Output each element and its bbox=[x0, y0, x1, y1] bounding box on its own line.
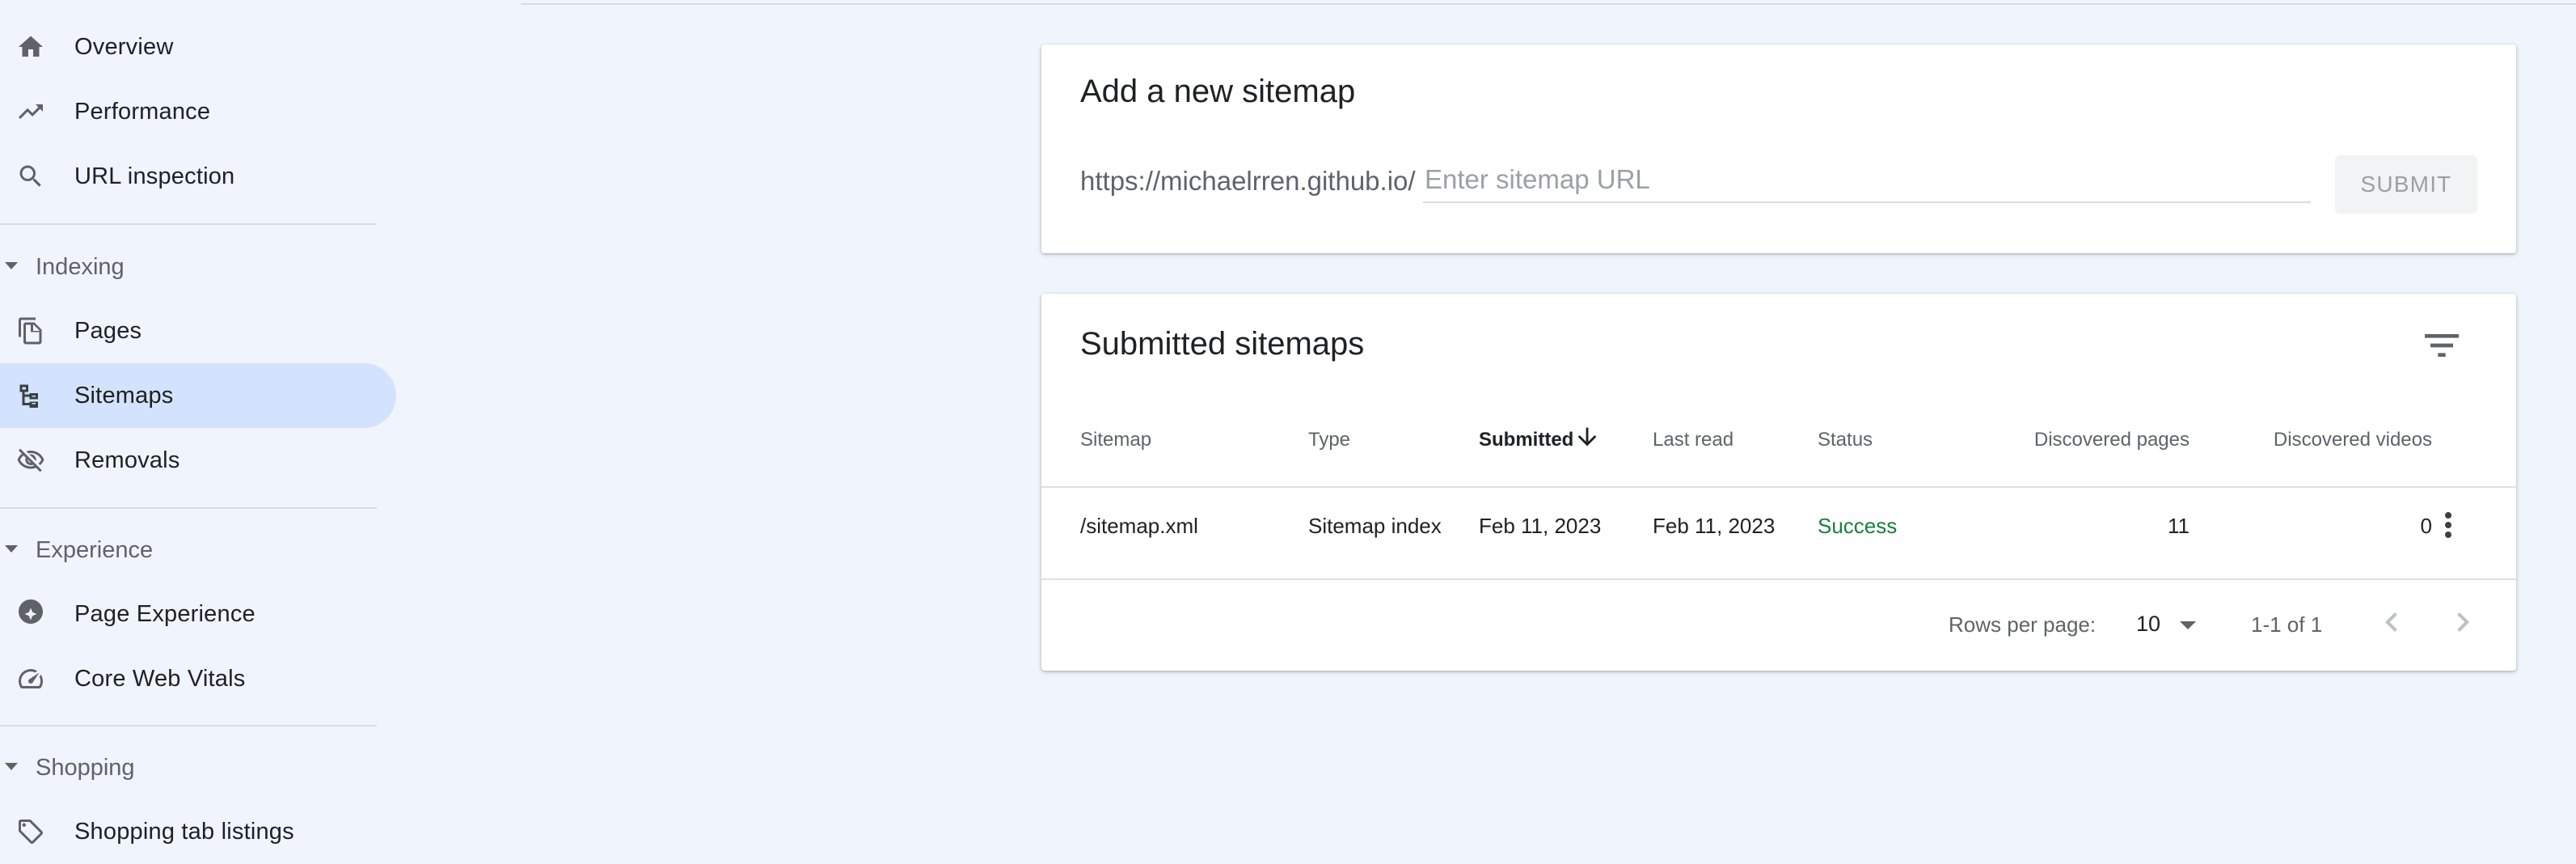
trending-up-icon bbox=[16, 97, 45, 126]
header-divider bbox=[521, 3, 2576, 5]
table-divider bbox=[1041, 578, 2516, 580]
column-header-last-read[interactable]: Last read bbox=[1653, 429, 1734, 451]
sitemap-url-input[interactable] bbox=[1423, 158, 2311, 203]
experience-icon bbox=[16, 599, 45, 629]
search-icon bbox=[16, 162, 45, 191]
sidebar-item-label: Performance bbox=[74, 98, 211, 125]
tag-icon bbox=[16, 817, 45, 846]
sidebar-section-experience[interactable]: Experience bbox=[0, 524, 380, 576]
cell-discovered-videos: 0 bbox=[2420, 514, 2432, 538]
sidebar-item-label: URL inspection bbox=[74, 163, 235, 189]
dropdown-arrow-icon bbox=[2180, 621, 2196, 629]
sidebar-item-overview[interactable]: Overview bbox=[0, 15, 396, 79]
sidebar-item-sitemaps[interactable]: Sitemaps bbox=[0, 363, 396, 428]
sidebar-item-shopping-tab-listings[interactable]: Shopping tab listings bbox=[0, 799, 396, 864]
prev-page-icon[interactable] bbox=[2372, 603, 2411, 642]
cell-sitemap: /sitemap.xml bbox=[1080, 514, 1198, 538]
column-header-status[interactable]: Status bbox=[1818, 429, 1873, 451]
cell-submitted: Feb 11, 2023 bbox=[1479, 514, 1602, 538]
add-sitemap-title: Add a new sitemap bbox=[1080, 74, 1356, 109]
sidebar-item-removals[interactable]: Removals bbox=[0, 428, 396, 493]
column-header-discovered-videos[interactable]: Discovered videos bbox=[2206, 429, 2432, 451]
cell-last-read: Feb 11, 2023 bbox=[1653, 514, 1776, 538]
rows-per-page-value: 10 bbox=[2136, 612, 2161, 636]
sidebar-section-indexing[interactable]: Indexing bbox=[0, 241, 380, 293]
caret-down-icon bbox=[5, 262, 18, 269]
submitted-sitemaps-card: Submitted sitemaps Sitemap Type Submitte… bbox=[1041, 294, 2516, 671]
filter-icon[interactable] bbox=[2419, 323, 2464, 368]
sitemap-icon bbox=[16, 381, 45, 410]
sidebar-item-label: Page Experience bbox=[74, 600, 255, 627]
cell-discovered-pages: 11 bbox=[2168, 514, 2190, 538]
caret-down-icon bbox=[5, 763, 18, 770]
cell-type: Sitemap index bbox=[1308, 514, 1442, 538]
sidebar-item-core-web-vitals[interactable]: Core Web Vitals bbox=[0, 646, 396, 711]
speed-gauge-icon bbox=[16, 664, 45, 693]
next-page-icon[interactable] bbox=[2443, 603, 2482, 642]
sidebar-item-pages[interactable]: Pages bbox=[0, 299, 396, 363]
caret-down-icon bbox=[5, 545, 18, 553]
pages-icon bbox=[16, 316, 45, 345]
sidebar-section-shopping[interactable]: Shopping bbox=[0, 742, 380, 794]
column-header-discovered-pages[interactable]: Discovered pages bbox=[1971, 429, 2190, 451]
sidebar-section-label: Shopping bbox=[36, 754, 135, 781]
submit-button[interactable]: SUBMIT bbox=[2335, 155, 2477, 214]
arrow-down-icon[interactable] bbox=[1573, 423, 1601, 451]
table-divider bbox=[1041, 486, 2516, 488]
column-header-sitemap[interactable]: Sitemap bbox=[1080, 429, 1151, 451]
sidebar-section-label: Experience bbox=[36, 536, 154, 563]
pagination-range: 1-1 of 1 bbox=[2251, 612, 2323, 637]
sidebar-divider bbox=[0, 223, 377, 225]
column-header-type[interactable]: Type bbox=[1308, 429, 1350, 451]
sidebar-item-label: Overview bbox=[74, 33, 174, 60]
home-icon bbox=[16, 32, 45, 61]
cell-status: Success bbox=[1818, 514, 1898, 538]
sidebar-item-url-inspection[interactable]: URL inspection bbox=[0, 144, 396, 209]
rows-per-page-select[interactable]: 10 bbox=[2126, 601, 2207, 646]
rows-per-page-label: Rows per page: bbox=[1949, 612, 2097, 637]
sidebar-item-performance[interactable]: Performance bbox=[0, 79, 396, 144]
sidebar-item-page-experience[interactable]: Page Experience bbox=[0, 582, 396, 646]
add-sitemap-card: Add a new sitemap https://michaelrren.gi… bbox=[1041, 44, 2516, 253]
sidebar-section-label: Indexing bbox=[36, 253, 125, 280]
sidebar-item-label: Shopping tab listings bbox=[74, 818, 294, 845]
sidebar-item-label: Removals bbox=[74, 447, 180, 473]
sidebar-divider bbox=[0, 725, 377, 726]
sidebar-divider bbox=[0, 507, 377, 509]
more-vert-icon[interactable] bbox=[2429, 506, 2468, 544]
site-url-prefix: https://michaelrren.github.io/ bbox=[1080, 166, 1416, 196]
submitted-sitemaps-title: Submitted sitemaps bbox=[1080, 326, 1365, 362]
column-header-submitted[interactable]: Submitted bbox=[1479, 429, 1573, 451]
sidebar-item-label: Core Web Vitals bbox=[74, 665, 246, 692]
sidebar-item-label: Pages bbox=[74, 317, 142, 344]
sidebar-item-label: Sitemaps bbox=[74, 382, 174, 409]
sidebar: Overview Performance URL inspection Inde… bbox=[0, 0, 404, 864]
eye-off-icon bbox=[16, 446, 45, 475]
